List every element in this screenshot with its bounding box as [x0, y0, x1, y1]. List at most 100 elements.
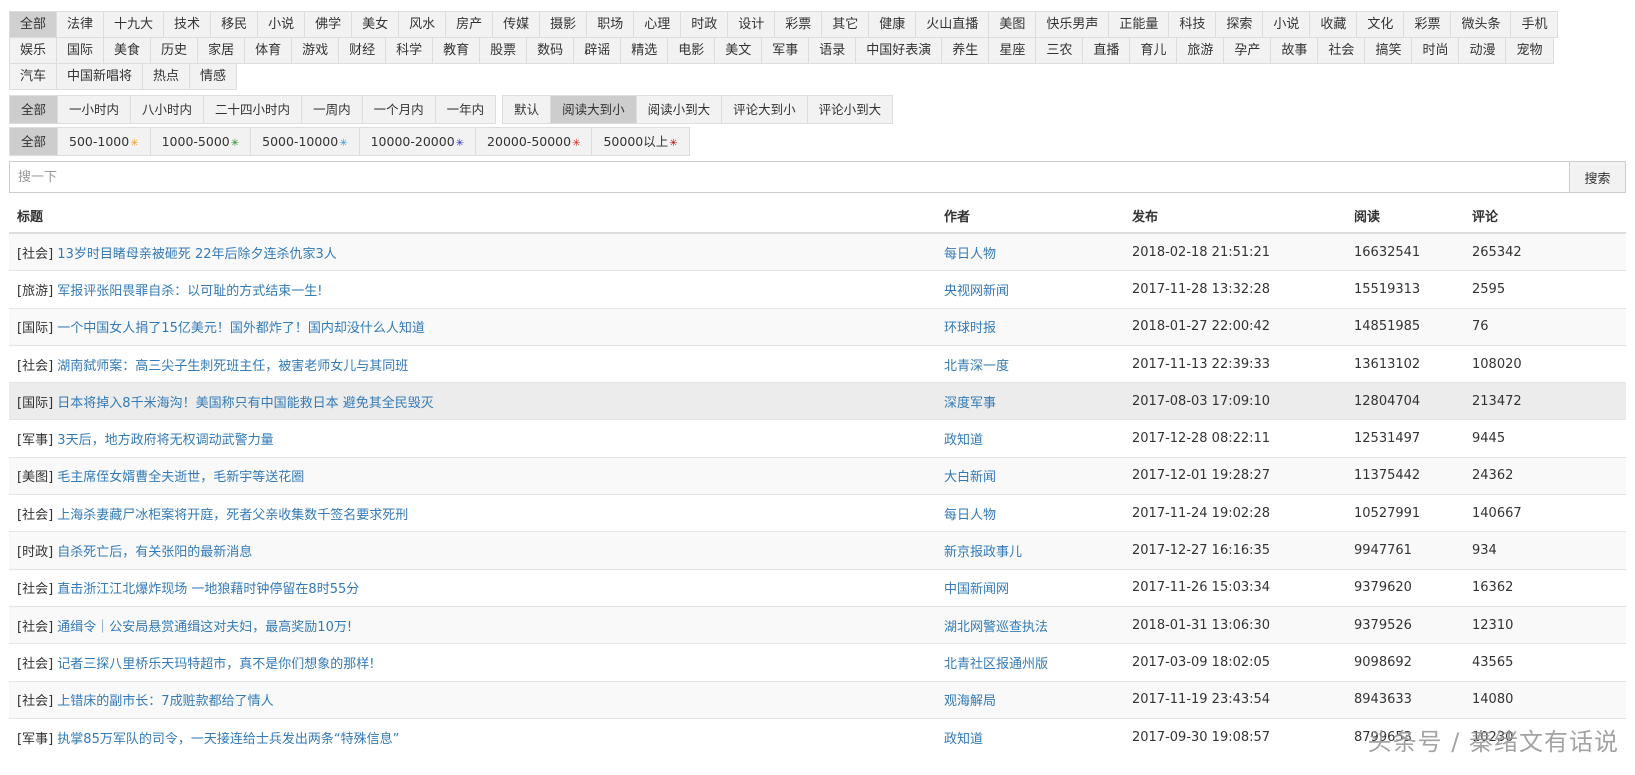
author-link[interactable]: 湖北网警巡查执法: [944, 620, 1048, 635]
category-tag[interactable]: 职场: [586, 11, 635, 38]
category-tag[interactable]: 彩票: [1403, 11, 1452, 38]
category-tag[interactable]: 其它: [821, 11, 870, 38]
article-title-link[interactable]: 记者三探八里桥乐天玛特超市，真不是你们想象的那样!: [57, 657, 374, 672]
category-tag[interactable]: 孕产: [1223, 37, 1272, 64]
category-tag[interactable]: 数码: [526, 37, 575, 64]
author-link[interactable]: 政知道: [944, 732, 983, 747]
category-tag[interactable]: 心理: [633, 11, 682, 38]
category-tag[interactable]: 摄影: [539, 11, 588, 38]
time-filter-option[interactable]: 八小时内: [130, 95, 205, 124]
category-tag[interactable]: 科学: [385, 37, 434, 64]
sort-filter-option[interactable]: 评论大到小: [721, 95, 808, 124]
time-filter-option[interactable]: 一周内: [301, 95, 363, 124]
sort-filter-option[interactable]: 默认: [502, 95, 552, 124]
header-comments[interactable]: 评论: [1464, 198, 1626, 234]
category-tag[interactable]: 彩票: [774, 11, 823, 38]
category-tag[interactable]: 精选: [620, 37, 669, 64]
category-tag[interactable]: 故事: [1270, 37, 1319, 64]
author-link[interactable]: 深度军事: [944, 396, 996, 411]
article-title-link[interactable]: 自杀死亡后，有关张阳的最新消息: [57, 545, 252, 560]
category-tag[interactable]: 中国好表演: [855, 37, 943, 64]
category-tag[interactable]: 十九大: [103, 11, 165, 38]
article-title-link[interactable]: 一个中国女人捐了15亿美元！国外都炸了！国内却没什么人知道: [57, 321, 425, 336]
category-tag[interactable]: 社会: [1317, 37, 1366, 64]
category-tag[interactable]: 搞笑: [1364, 37, 1413, 64]
sort-filter-option[interactable]: 评论小到大: [806, 95, 894, 124]
category-tag[interactable]: 健康: [868, 11, 917, 38]
category-tag[interactable]: 电影: [667, 37, 716, 64]
category-tag[interactable]: 探索: [1215, 11, 1264, 38]
category-tag[interactable]: 时尚: [1411, 37, 1460, 64]
article-title-link[interactable]: 上海杀妻藏尸冰柜案将开庭，死者父亲收集数千签名要求死刑: [57, 508, 408, 523]
category-tag[interactable]: 美女: [351, 11, 400, 38]
time-filter-option[interactable]: 一个月内: [361, 95, 436, 124]
category-tag[interactable]: 收藏: [1309, 11, 1358, 38]
article-title-link[interactable]: 军报评张阳畏罪自杀：以可耻的方式结束一生!: [57, 284, 322, 299]
article-title-link[interactable]: 直击浙江江北爆炸现场 一地狼藉时钟停留在8时55分: [57, 582, 359, 597]
time-filter-option[interactable]: 全部: [9, 95, 59, 124]
header-reads[interactable]: 阅读: [1346, 198, 1464, 234]
category-tag[interactable]: 育儿: [1129, 37, 1178, 64]
search-button[interactable]: 搜索: [1570, 161, 1626, 193]
category-tag[interactable]: 娱乐: [9, 37, 58, 64]
category-tag[interactable]: 快乐男声: [1035, 11, 1110, 38]
category-tag[interactable]: 正能量: [1108, 11, 1170, 38]
category-tag[interactable]: 股票: [479, 37, 528, 64]
category-tag[interactable]: 三农: [1035, 37, 1084, 64]
category-tag[interactable]: 移民: [210, 11, 259, 38]
category-tag[interactable]: 情感: [189, 63, 238, 90]
category-tag[interactable]: 科技: [1168, 11, 1217, 38]
category-tag[interactable]: 国际: [56, 37, 105, 64]
author-link[interactable]: 央视网新闻: [944, 284, 1009, 299]
category-tag[interactable]: 设计: [727, 11, 776, 38]
header-published[interactable]: 发布: [1124, 198, 1346, 234]
article-title-link[interactable]: 日本将掉入8千米海沟！美国称只有中国能救日本 避免其全民毁灭: [57, 396, 433, 411]
category-tag[interactable]: 辟谣: [573, 37, 622, 64]
article-title-link[interactable]: 3天后，地方政府将无权调动武警力量: [57, 433, 273, 448]
category-tag[interactable]: 星座: [988, 37, 1037, 64]
article-title-link[interactable]: 毛主席侄女婿曹全夫逝世，毛新宇等送花圈: [57, 470, 304, 485]
read-count-filter-option[interactable]: 50000以上✳: [591, 127, 690, 156]
article-title-link[interactable]: 湖南弑师案：高三尖子生刺死班主任，被害老师女儿与其同班: [57, 359, 408, 374]
category-tag[interactable]: 旅游: [1176, 37, 1225, 64]
header-title[interactable]: 标题: [9, 198, 936, 234]
header-author[interactable]: 作者: [936, 198, 1124, 234]
category-tag[interactable]: 时政: [680, 11, 729, 38]
category-tag[interactable]: 全部: [9, 11, 58, 38]
time-filter-option[interactable]: 二十四小时内: [203, 95, 303, 124]
category-tag[interactable]: 教育: [432, 37, 481, 64]
category-tag[interactable]: 游戏: [291, 37, 340, 64]
category-tag[interactable]: 小说: [257, 11, 306, 38]
author-link[interactable]: 中国新闻网: [944, 582, 1009, 597]
category-tag[interactable]: 热点: [142, 63, 191, 90]
category-tag[interactable]: 汽车: [9, 63, 58, 90]
category-tag[interactable]: 直播: [1082, 37, 1131, 64]
category-tag[interactable]: 法律: [56, 11, 105, 38]
author-link[interactable]: 大白新闻: [944, 470, 996, 485]
category-tag[interactable]: 房产: [445, 11, 494, 38]
author-link[interactable]: 每日人物: [944, 508, 996, 523]
category-tag[interactable]: 火山直播: [915, 11, 990, 38]
category-tag[interactable]: 军事: [761, 37, 810, 64]
category-tag[interactable]: 微头条: [1450, 11, 1512, 38]
article-title-link[interactable]: 通缉令｜公安局悬赏通缉这对夫妇，最高奖励10万!: [57, 620, 352, 635]
category-tag[interactable]: 美文: [714, 37, 763, 64]
article-title-link[interactable]: 上错床的副市长：7成赃款都给了情人: [57, 694, 273, 709]
author-link[interactable]: 观海解局: [944, 694, 996, 709]
author-link[interactable]: 每日人物: [944, 247, 996, 262]
time-filter-option[interactable]: 一年内: [434, 95, 497, 124]
category-tag[interactable]: 体育: [244, 37, 293, 64]
sort-filter-option[interactable]: 阅读大到小: [550, 95, 637, 124]
category-tag[interactable]: 手机: [1510, 11, 1559, 38]
author-link[interactable]: 环球时报: [944, 321, 996, 336]
category-tag[interactable]: 风水: [398, 11, 447, 38]
category-tag[interactable]: 历史: [150, 37, 199, 64]
category-tag[interactable]: 中国新唱将: [56, 63, 144, 90]
category-tag[interactable]: 技术: [163, 11, 212, 38]
article-title-link[interactable]: 13岁时目睹母亲被砸死 22年后除夕连杀仇家3人: [57, 247, 337, 262]
read-count-filter-option[interactable]: 5000-10000✳: [250, 127, 360, 156]
category-tag[interactable]: 宠物: [1505, 37, 1554, 64]
read-count-filter-option[interactable]: 20000-50000✳: [475, 127, 593, 156]
read-count-filter-option[interactable]: 500-1000✳: [57, 127, 151, 156]
category-tag[interactable]: 家居: [197, 37, 246, 64]
